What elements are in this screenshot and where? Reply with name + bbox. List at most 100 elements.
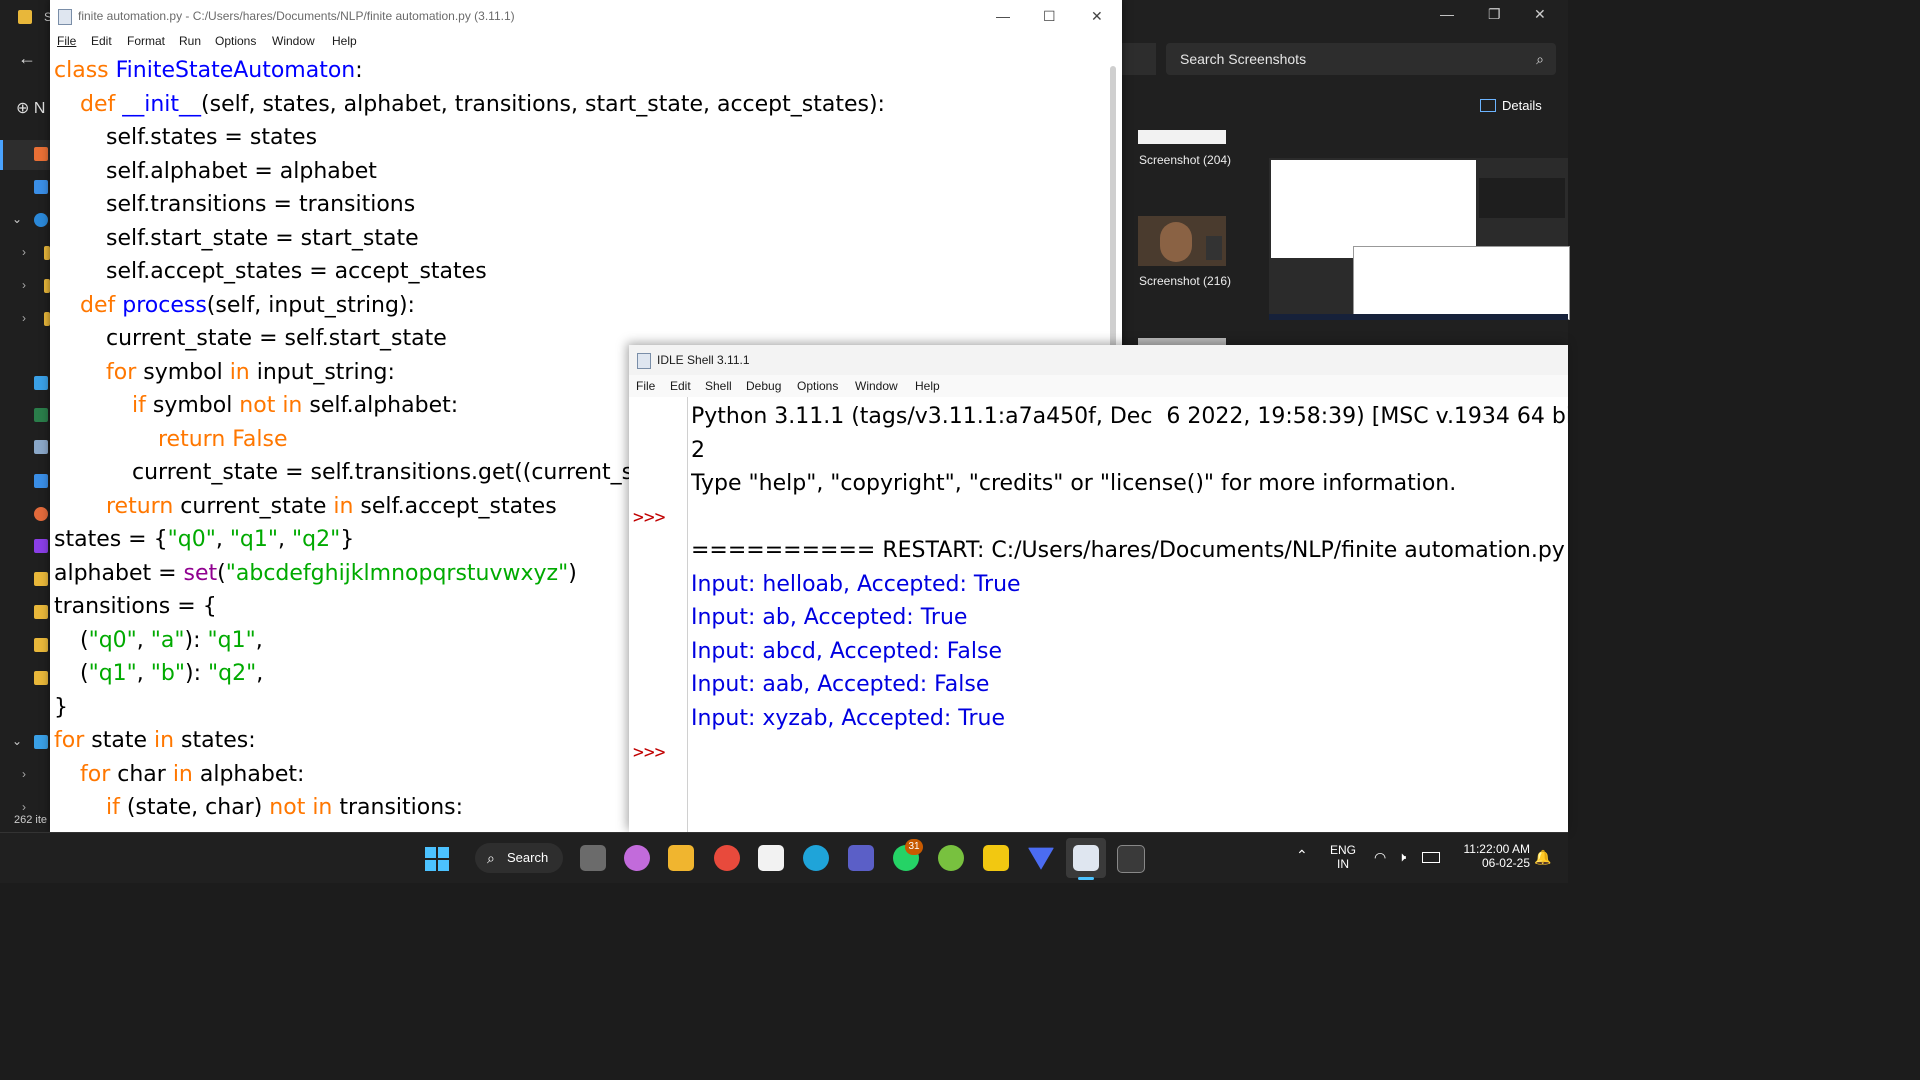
thumbnail-image[interactable]	[1138, 338, 1226, 345]
terminal-icon[interactable]	[1117, 845, 1145, 873]
task-view-icon[interactable]	[580, 845, 606, 871]
code-line: self.accept_states = accept_states	[106, 255, 487, 289]
code-token: :	[355, 58, 363, 83]
chevron-down-icon[interactable]: ⌄	[12, 212, 22, 226]
windows-start-icon[interactable]	[425, 847, 449, 871]
code-token: ):	[185, 661, 208, 686]
minimize-icon[interactable]: —	[996, 0, 1010, 32]
chevron-right-icon[interactable]: ›	[22, 245, 26, 259]
code-token: if	[106, 795, 120, 820]
shell-titlebar[interactable]: IDLE Shell 3.11.1	[629, 345, 1568, 375]
maximize-icon[interactable]: ❐	[1488, 6, 1501, 23]
idle-shell-window: IDLE Shell 3.11.1 File Edit Shell Debug …	[629, 345, 1568, 832]
menu-shell[interactable]: Shell	[705, 379, 732, 393]
power-bi-icon[interactable]	[983, 845, 1009, 871]
maximize-icon[interactable]: ☐	[1043, 0, 1056, 32]
code-token: return False	[158, 426, 288, 452]
utorrent-icon[interactable]	[938, 845, 964, 871]
clock[interactable]: 11:22:00 AM 06-02-25	[1450, 842, 1531, 870]
code-token: states = {	[54, 527, 168, 552]
shell-result-line: Input: aab, Accepted: False	[691, 672, 990, 697]
microsoft-store-icon[interactable]	[758, 845, 784, 871]
code-token: in	[172, 761, 193, 787]
new-button[interactable]: ⊕ N	[16, 98, 45, 118]
code-line: self.start_state = start_state	[106, 222, 419, 256]
videos-icon	[34, 539, 48, 553]
code-token: self.states = states	[106, 125, 318, 150]
battery-icon[interactable]	[1422, 852, 1440, 863]
chevron-up-icon[interactable]: ⌃	[1296, 847, 1308, 864]
file-explorer-icon[interactable]	[668, 845, 694, 871]
thumbnail-image[interactable]	[1138, 216, 1226, 266]
thumbnail-image[interactable]	[1138, 130, 1226, 144]
details-label: Details	[1502, 98, 1542, 113]
menu-edit[interactable]: Edit	[91, 34, 112, 48]
back-icon[interactable]: ←	[18, 48, 36, 69]
editor-titlebar[interactable]: finite automation.py - C:/Users/hares/Do…	[50, 0, 1122, 32]
vpn-icon[interactable]	[1028, 847, 1054, 870]
shell-title: IDLE Shell 3.11.1	[657, 353, 750, 367]
menu-run[interactable]: Run	[179, 34, 201, 48]
code-token: not in	[239, 393, 303, 418]
menu-help[interactable]: Help	[915, 379, 940, 393]
shell-output-area[interactable]: Python 3.11.1 (tags/v3.11.1:a7a450f, Dec…	[691, 400, 1568, 832]
shell-result-line: Input: helloab, Accepted: True	[691, 571, 1021, 597]
thumbnail-label: Screenshot (216)	[1139, 274, 1232, 288]
teams-icon[interactable]	[848, 845, 874, 871]
menu-file[interactable]: File	[636, 379, 655, 393]
code-token: (self, states, alphabet, transitions, st…	[201, 91, 885, 117]
menu-debug[interactable]: Debug	[746, 379, 781, 393]
copilot-icon[interactable]	[624, 845, 650, 871]
menu-help[interactable]: Help	[332, 34, 357, 48]
notification-bell-icon[interactable]: 🔔	[1534, 849, 1551, 866]
code-token: return	[106, 493, 174, 519]
code-line: for state in states:	[54, 724, 256, 758]
code-token: (	[217, 560, 226, 586]
menu-format[interactable]: Format	[127, 34, 165, 48]
menu-file[interactable]: File	[57, 34, 76, 48]
code-line: ("q0", "a"): "q1",	[80, 624, 263, 658]
code-token: "q2"	[208, 661, 257, 686]
details-button[interactable]: Details	[1480, 98, 1542, 113]
code-token: )	[568, 560, 577, 586]
chevron-right-icon[interactable]: ›	[22, 767, 26, 781]
minimize-icon[interactable]: —	[1440, 6, 1454, 22]
chevron-right-icon[interactable]: ›	[22, 800, 26, 814]
menu-options[interactable]: Options	[797, 379, 838, 393]
code-line: return False	[158, 423, 288, 457]
edge-icon[interactable]	[803, 845, 829, 871]
shell-output-line: 2	[691, 437, 705, 463]
close-icon[interactable]: ✕	[1534, 6, 1546, 23]
volume-muted-icon[interactable]: 🕨	[1398, 849, 1406, 865]
chevron-right-icon[interactable]: ›	[22, 278, 26, 292]
code-token: (state, char)	[119, 795, 270, 820]
wifi-icon[interactable]: ◠	[1374, 849, 1386, 866]
chrome-icon[interactable]	[714, 845, 740, 871]
chevron-right-icon[interactable]: ›	[22, 311, 26, 325]
code-token: self.alphabet:	[302, 393, 459, 418]
code-token: "b"	[150, 661, 185, 686]
explorer-address-bar[interactable]	[1122, 43, 1156, 75]
code-line: transitions = {	[54, 590, 217, 624]
taskbar-search-button[interactable]: ⌕ Search	[475, 843, 563, 873]
code-token: self.accept_states	[353, 493, 557, 519]
code-line: class FiniteStateAutomaton:	[54, 54, 363, 88]
chevron-down-icon[interactable]: ⌄	[12, 734, 22, 748]
code-token: "q2"	[292, 527, 341, 552]
menu-options[interactable]: Options	[215, 34, 256, 48]
close-icon[interactable]: ✕	[1091, 0, 1103, 32]
code-token: process	[122, 292, 207, 318]
menu-edit[interactable]: Edit	[670, 379, 691, 393]
code-token: ,	[278, 527, 293, 552]
language-indicator[interactable]: ENG IN	[1326, 843, 1360, 871]
prompt-gutter: >>> >>>	[629, 397, 688, 832]
search-box[interactable]: Search Screenshots ⌕	[1166, 43, 1556, 75]
menu-window[interactable]: Window	[855, 379, 898, 393]
search-icon: ⌕	[487, 850, 495, 866]
explorer-nav-pane: ← ⊕ N ⌄ › › › ⌄ › › 262 ite	[0, 0, 53, 832]
menu-window[interactable]: Window	[272, 34, 315, 48]
code-line: for char in alphabet:	[80, 758, 304, 792]
idle-icon[interactable]	[1073, 845, 1099, 871]
documents-icon	[34, 440, 48, 454]
code-token: }	[54, 694, 68, 720]
